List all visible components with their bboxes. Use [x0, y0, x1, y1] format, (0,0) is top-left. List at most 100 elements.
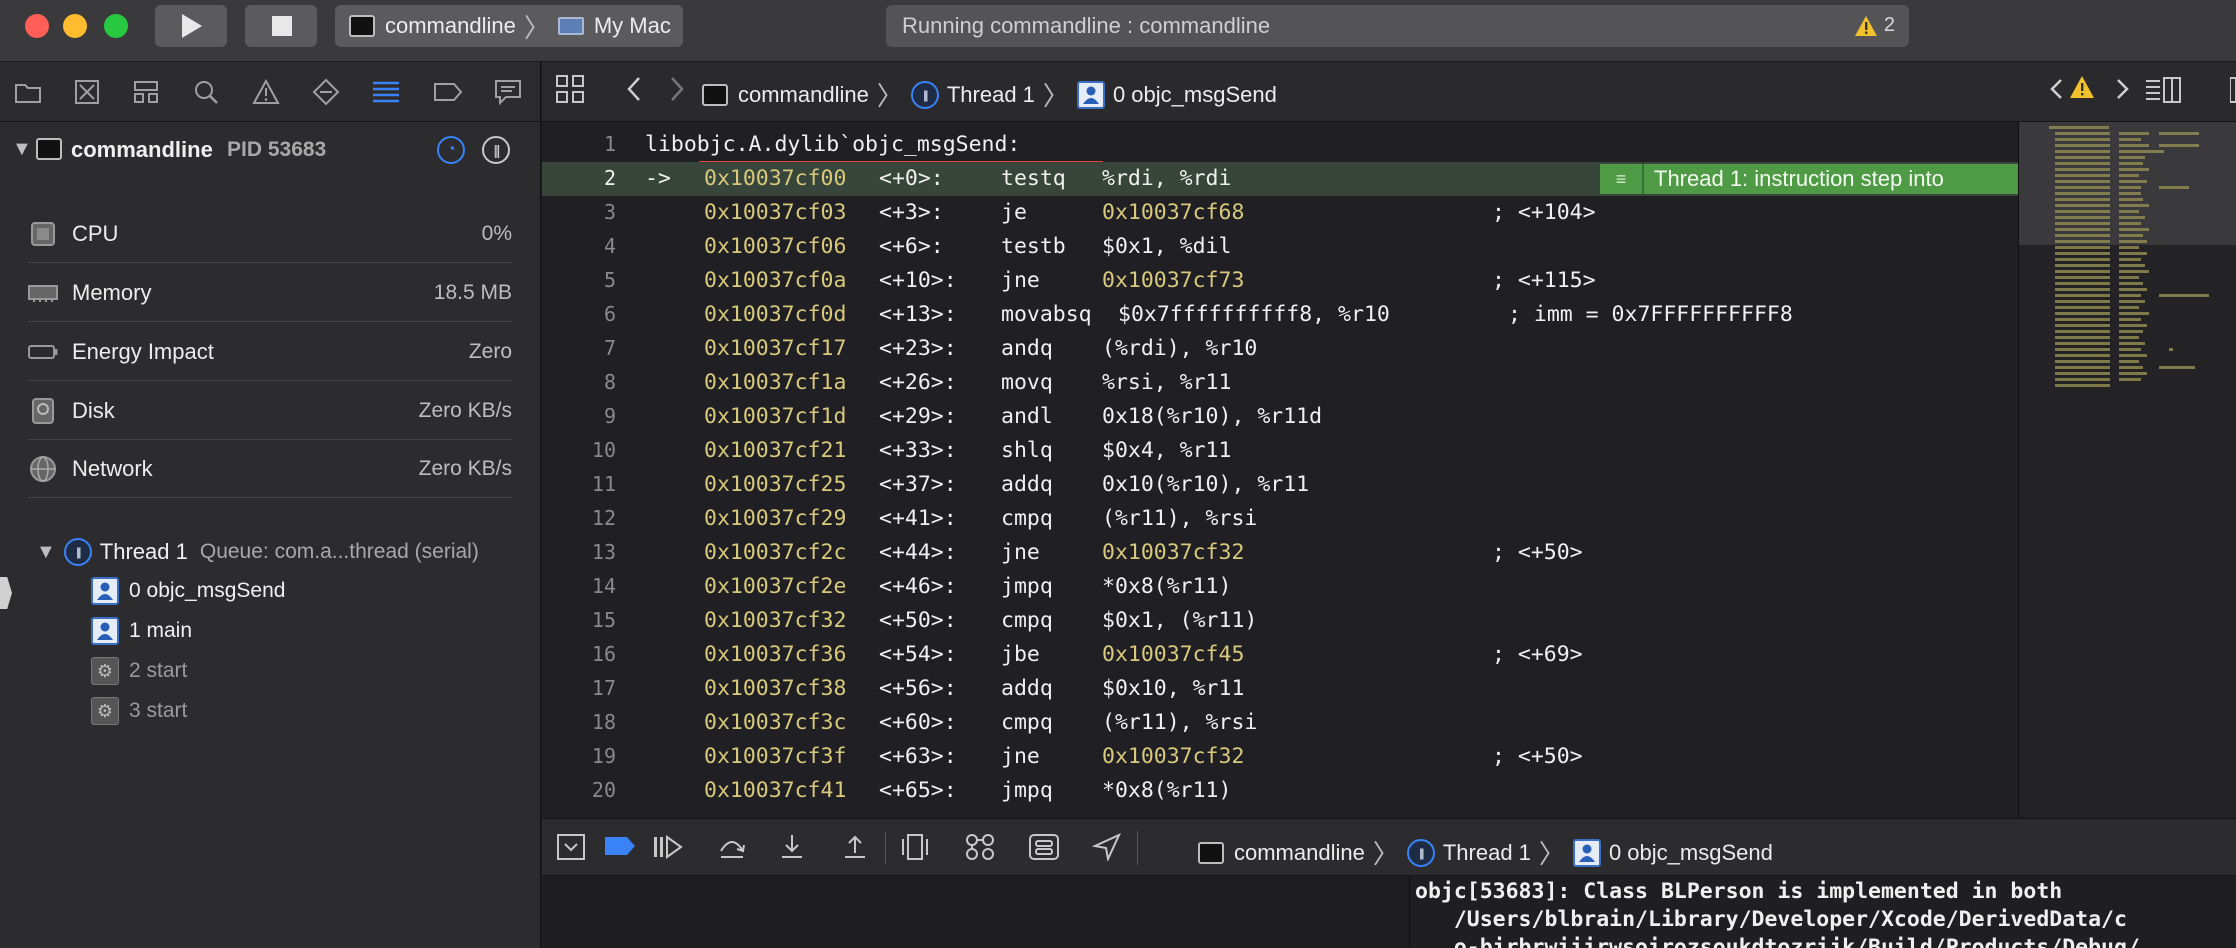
instruction-offset: <+33>:: [879, 438, 957, 463]
code-line[interactable]: 5 0x10037cf0a <+10>: jne 0x10037cf73 ; <…: [542, 264, 2018, 298]
line-number: 16: [591, 642, 616, 666]
warnings-indicator[interactable]: 2: [1854, 14, 1895, 37]
code-line[interactable]: 9 0x10037cf1d <+29>: andl 0x18(%r10), %r…: [542, 400, 2018, 434]
jump-target[interactable]: commandline: [738, 82, 869, 108]
symbol-navigator-icon[interactable]: [130, 76, 162, 108]
breakpoints-toggle-icon[interactable]: [603, 833, 637, 866]
process-pid: PID 53683: [227, 138, 327, 161]
minimize-window-button[interactable]: [63, 14, 87, 38]
jump-bar-path[interactable]: commandline 〉 ||| Thread 1 〉 0 objc_msgS…: [702, 76, 1277, 113]
run-button[interactable]: [155, 5, 227, 47]
simulate-location-icon[interactable]: [1091, 832, 1122, 868]
code-line[interactable]: 8 0x10037cf1a <+26>: movq %rsi, %r11: [542, 366, 2018, 400]
related-items-grid-icon[interactable]: [555, 74, 585, 111]
thread-view-icon[interactable]: |||: [482, 136, 510, 164]
step-out-icon[interactable]: [842, 833, 868, 868]
next-issue-icon[interactable]: [2112, 74, 2132, 111]
variables-view[interactable]: [542, 876, 1410, 948]
activity-view[interactable]: Running commandline : commandline 2: [886, 5, 1909, 47]
warning-icon[interactable]: [2069, 74, 2095, 107]
instruction-address: 0x10037cf0d: [704, 302, 847, 327]
terminal-app-icon: [702, 83, 728, 106]
step-into-icon[interactable]: [779, 833, 805, 868]
thread-row[interactable]: ▼ ||| Thread 1 Queue: com.a...thread (se…: [0, 532, 541, 572]
line-number: 20: [591, 778, 616, 802]
jump-frame[interactable]: 0 objc_msgSend: [1113, 82, 1277, 108]
debug-navigator-icon[interactable]: [370, 76, 402, 108]
code-line[interactable]: 4 0x10037cf06 <+6>: testb $0x1, %dil: [542, 230, 2018, 264]
code-line[interactable]: 11 0x10037cf25 <+37>: addq 0x10(%r10), %…: [542, 468, 2018, 502]
debug-target[interactable]: commandline: [1234, 840, 1365, 866]
code-line[interactable]: 12 0x10037cf29 <+41>: cmpq (%r11), %rsi: [542, 502, 2018, 536]
search-icon[interactable]: [190, 76, 222, 108]
disassembly-editor[interactable]: 1 libobjc.A.dylib`objc_msgSend: 2 -> 0x1…: [542, 122, 2018, 818]
code-line[interactable]: 1 libobjc.A.dylib`objc_msgSend:: [542, 128, 2018, 164]
continue-icon[interactable]: [652, 833, 684, 868]
jump-thread[interactable]: Thread 1: [947, 82, 1035, 108]
debug-thread[interactable]: Thread 1: [1443, 840, 1531, 866]
gauge-energy[interactable]: Energy Impact Zero: [28, 323, 512, 381]
code-line[interactable]: 18 0x10037cf3c <+60>: cmpq (%r11), %rsi: [542, 706, 2018, 740]
stack-frame-row[interactable]: ⚙ 2 start: [0, 652, 541, 690]
issue-navigator-warning-icon[interactable]: [250, 76, 282, 108]
code-line[interactable]: 13 0x10037cf2c <+44>: jne 0x10037cf32 ; …: [542, 536, 2018, 570]
code-line[interactable]: 16 0x10037cf36 <+54>: jbe 0x10037cf45 ; …: [542, 638, 2018, 672]
scheme-selector[interactable]: commandline 〉 My Mac: [335, 5, 683, 47]
line-number: 4: [603, 234, 616, 258]
hide-debug-area-icon[interactable]: [556, 833, 586, 868]
debug-navigator: ▼ commandline PID 53683 ◔ ||| CPU 0% Mem…: [0, 62, 541, 948]
source-control-icon[interactable]: [71, 76, 103, 108]
instruction-address: 0x10037cf03: [704, 200, 847, 225]
debug-bar-path[interactable]: commandline 〉 ||| Thread 1 〉 0 objc_msgS…: [1198, 834, 1773, 871]
editor-options-icon[interactable]: [2144, 74, 2184, 111]
stack-frame-row[interactable]: 0 objc_msgSend: [0, 572, 541, 610]
gauge-icon[interactable]: ◔: [437, 136, 465, 164]
code-line[interactable]: 6 0x10037cf0d <+13>: movabsq $0x7fffffff…: [542, 298, 2018, 332]
gauge-value: Zero KB/s: [418, 398, 512, 422]
code-line[interactable]: 3 0x10037cf03 <+3>: je 0x10037cf68 ; <+1…: [542, 196, 2018, 230]
disclosure-triangle-icon[interactable]: ▼: [36, 541, 56, 564]
gauge-disk[interactable]: Disk Zero KB/s: [28, 382, 512, 440]
code-line[interactable]: 10 0x10037cf21 <+33>: shlq $0x4, %r11: [542, 434, 2018, 468]
previous-issue-icon[interactable]: [2047, 74, 2067, 111]
editor-minimap[interactable]: [2018, 122, 2236, 818]
gauge-memory[interactable]: Memory 18.5 MB: [28, 264, 512, 322]
folder-icon[interactable]: [12, 76, 44, 108]
code-line[interactable]: 20 0x10037cf41 <+65>: jmpq *0x8(%r11): [542, 774, 2018, 808]
code-line[interactable]: 14 0x10037cf2e <+46>: jmpq *0x8(%r11): [542, 570, 2018, 604]
environment-overrides-icon[interactable]: [1028, 833, 1060, 868]
code-line[interactable]: 7 0x10037cf17 <+23>: andq (%rdi), %r10: [542, 332, 2018, 366]
code-line[interactable]: 15 0x10037cf32 <+50>: cmpq $0x1, (%r11): [542, 604, 2018, 638]
report-navigator-icon[interactable]: [492, 76, 524, 108]
stop-button[interactable]: [245, 5, 317, 47]
gauge-cpu[interactable]: CPU 0%: [28, 205, 512, 263]
thread-icon: |||: [63, 538, 92, 566]
instruction-step-badge[interactable]: ≡ Thread 1: instruction step into: [1600, 164, 2018, 194]
instruction-mnemonic: cmpq: [1001, 506, 1053, 531]
code-line-current[interactable]: 2 -> 0x10037cf00 <+0>: testq %rdi, %rdi …: [542, 162, 2018, 196]
instruction-operands: (%r11), %rsi: [1102, 710, 1258, 735]
memory-graph-icon[interactable]: [964, 833, 996, 868]
code-line[interactable]: 19 0x10037cf3f <+63>: jne 0x10037cf32 ; …: [542, 740, 2018, 774]
stack-frame-row[interactable]: ⚙ 3 start: [0, 692, 541, 730]
console-output[interactable]: objc[53683]: Class BLPerson is implement…: [1411, 876, 2236, 948]
gauge-network[interactable]: Network Zero KB/s: [28, 440, 512, 498]
stack-frame-row[interactable]: 1 main: [0, 612, 541, 650]
step-over-icon[interactable]: [717, 833, 747, 868]
instruction-offset: <+13>:: [879, 302, 957, 327]
breakpoint-navigator-icon[interactable]: [432, 76, 464, 108]
split-editor-icon[interactable]: [2229, 74, 2236, 111]
thread-icon: |||: [1406, 838, 1435, 867]
back-arrow-icon[interactable]: [624, 74, 644, 111]
scheme-target-label: commandline: [385, 13, 516, 38]
process-row[interactable]: ▼ commandline PID 53683 ◔ |||: [0, 130, 541, 170]
disclosure-triangle-icon[interactable]: ▼: [12, 138, 32, 161]
close-window-button[interactable]: [25, 14, 49, 38]
zoom-window-button[interactable]: [104, 14, 128, 38]
line-number: 10: [591, 438, 616, 462]
forward-arrow-icon[interactable]: [667, 74, 687, 111]
test-navigator-icon[interactable]: [310, 76, 342, 108]
code-line[interactable]: 17 0x10037cf38 <+56>: addq $0x10, %r11: [542, 672, 2018, 706]
debug-frame[interactable]: 0 objc_msgSend: [1609, 840, 1773, 866]
view-hierarchy-icon[interactable]: [900, 833, 930, 868]
